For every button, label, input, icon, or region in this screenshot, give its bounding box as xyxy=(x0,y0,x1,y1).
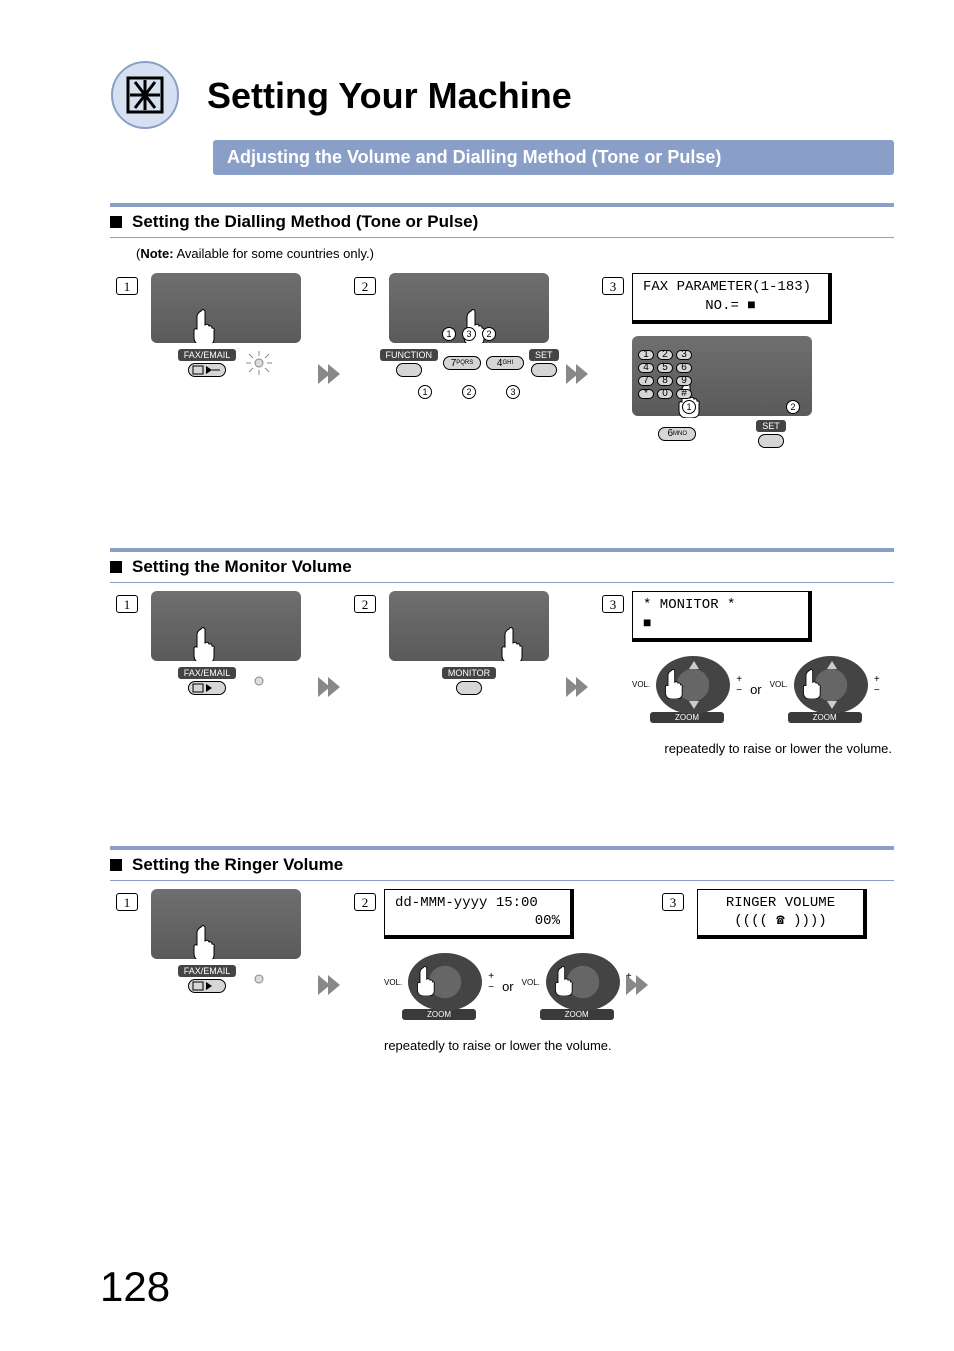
step-caption: repeatedly to raise or lower the volume. xyxy=(632,741,892,756)
navigation-pad[interactable] xyxy=(408,953,482,1011)
step-number: 3 xyxy=(662,893,684,911)
arrow-icon xyxy=(564,673,592,701)
section-heading: Setting the Dialling Method (Tone or Pul… xyxy=(132,212,478,232)
key-6[interactable]: 6MNO xyxy=(658,427,696,441)
pointing-hand-icon xyxy=(191,925,215,959)
button-label: FAX/EMAIL xyxy=(178,965,237,977)
arrow-icon xyxy=(624,971,652,999)
section-dialling-method: Setting the Dialling Method (Tone or Pul… xyxy=(110,203,894,448)
control-panel-illustration xyxy=(151,889,301,959)
control-panel-illustration xyxy=(389,591,549,661)
lcd-display: FAX PARAMETER(1-183) NO.= ■ xyxy=(632,273,832,324)
pointing-hand-icon xyxy=(801,669,821,699)
zoom-label: ZOOM xyxy=(402,1009,476,1020)
callout-icon: 2 xyxy=(462,385,476,399)
step-number: 2 xyxy=(354,277,376,295)
or-text: or xyxy=(750,682,762,697)
page-subtitle: Adjusting the Volume and Dialling Method… xyxy=(213,140,894,175)
fax-email-button[interactable] xyxy=(188,979,226,993)
section-ringer-volume: Setting the Ringer Volume 1 FAX/EMAIL xyxy=(110,846,894,1054)
control-panel-illustration: 123 456 789 *0# 1 2 xyxy=(632,336,812,416)
section-monitor-volume: Setting the Monitor Volume 1 FAX/EMAIL xyxy=(110,548,894,756)
vol-label: VOL. xyxy=(522,978,540,987)
button-label: FAX/EMAIL xyxy=(178,667,237,679)
page-number: 128 xyxy=(100,1263,170,1311)
lcd-display: * MONITOR * ■ xyxy=(632,591,812,642)
set-button[interactable] xyxy=(758,434,784,448)
step-number: 3 xyxy=(602,277,624,295)
vol-label: VOL. xyxy=(384,978,402,987)
navigation-pad[interactable] xyxy=(546,953,620,1011)
step-number: 2 xyxy=(354,893,376,911)
button-label: FAX/EMAIL xyxy=(178,349,237,361)
function-button[interactable] xyxy=(396,363,422,377)
set-button[interactable] xyxy=(531,363,557,377)
monitor-button[interactable] xyxy=(456,681,482,695)
section-note: (Note: Available for some countries only… xyxy=(136,246,894,261)
step-number: 1 xyxy=(116,595,138,613)
vol-label: VOL. xyxy=(632,680,650,689)
arrow-icon xyxy=(316,360,344,388)
navigation-pad[interactable] xyxy=(656,656,730,714)
step-number: 1 xyxy=(116,893,138,911)
control-panel-illustration: 1 3 2 xyxy=(389,273,549,343)
callout-icon: 3 xyxy=(506,385,520,399)
step-caption: repeatedly to raise or lower the volume. xyxy=(384,1038,612,1053)
highlight-icon xyxy=(244,351,274,375)
callout-icon: 2 xyxy=(482,327,496,341)
pointing-hand-icon xyxy=(499,627,523,661)
lcd-display: dd-MMM-yyyy 15:00 00% xyxy=(384,889,574,940)
callout-icon: 1 xyxy=(682,400,696,414)
section-heading: Setting the Ringer Volume xyxy=(132,855,343,875)
or-text: or xyxy=(502,979,514,994)
page-title: Setting Your Machine xyxy=(207,75,572,117)
button-label: SET xyxy=(756,420,786,432)
pointing-hand-icon xyxy=(663,669,683,699)
callout-icon: 3 xyxy=(462,327,476,341)
header-icon xyxy=(110,60,182,132)
zoom-label: ZOOM xyxy=(540,1009,614,1020)
arrow-icon xyxy=(564,360,592,388)
step-number: 1 xyxy=(116,277,138,295)
bullet-icon xyxy=(110,859,122,871)
callout-icon: 1 xyxy=(442,327,456,341)
arrow-icon xyxy=(316,673,344,701)
highlight-icon xyxy=(244,669,274,693)
button-label: FUNCTION xyxy=(380,349,439,361)
key-7[interactable]: 7PQRS xyxy=(443,356,481,370)
step-number: 2 xyxy=(354,595,376,613)
arrow-icon xyxy=(316,971,344,999)
fax-email-button[interactable] xyxy=(188,681,226,695)
pointing-hand-icon xyxy=(191,627,215,661)
vol-label: VOL. xyxy=(770,680,788,689)
control-panel-illustration xyxy=(151,273,301,343)
fax-email-button[interactable] xyxy=(188,363,226,377)
button-label: SET xyxy=(529,349,559,361)
highlight-icon xyxy=(244,967,274,991)
step-number: 3 xyxy=(602,595,624,613)
pointing-hand-icon xyxy=(191,309,215,343)
callout-icon: 1 xyxy=(418,385,432,399)
section-heading: Setting the Monitor Volume xyxy=(132,557,352,577)
lcd-display: RINGER VOLUME (((( ☎ )))) xyxy=(697,889,867,940)
bullet-icon xyxy=(110,561,122,573)
navigation-pad[interactable] xyxy=(794,656,868,714)
pointing-hand-icon xyxy=(553,966,573,996)
control-panel-illustration xyxy=(151,591,301,661)
bullet-icon xyxy=(110,216,122,228)
pointing-hand-icon xyxy=(415,966,435,996)
button-label: MONITOR xyxy=(442,667,496,679)
key-4[interactable]: 4GHI xyxy=(486,356,524,370)
callout-icon: 2 xyxy=(786,400,800,414)
